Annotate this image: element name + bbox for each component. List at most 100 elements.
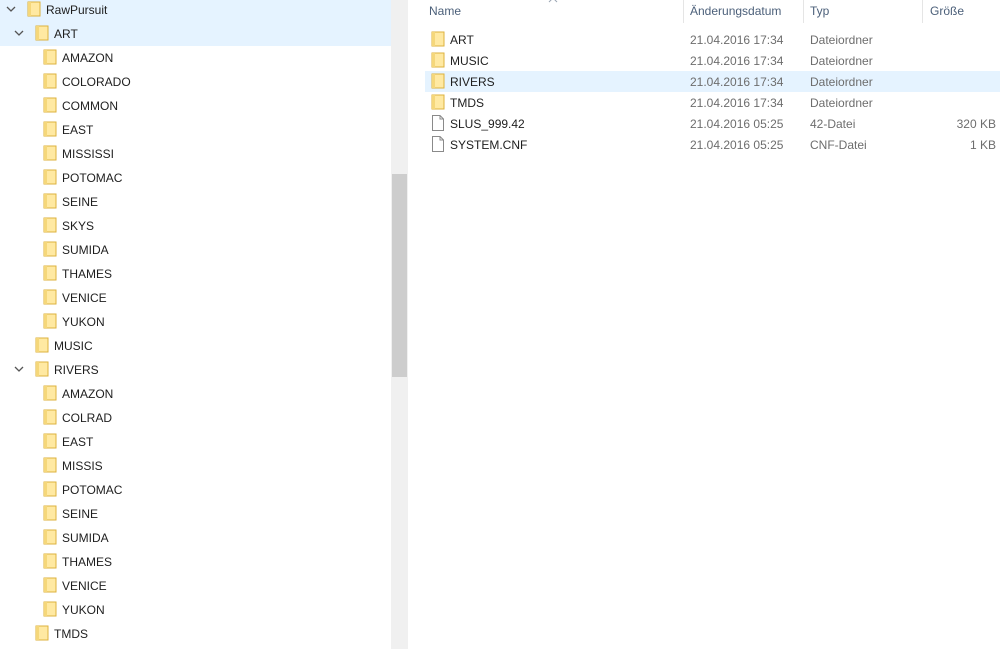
file-date: 21.04.2016 05:25 — [690, 117, 784, 131]
tree-item-art-child[interactable]: VENICE — [0, 286, 391, 310]
folder-icon — [431, 31, 445, 47]
tree-item-label: COLRAD — [62, 411, 113, 425]
tree-item-art-child[interactable]: SEINE — [0, 190, 391, 214]
folder-icon — [43, 145, 57, 161]
tree-item-label: VENICE — [62, 291, 107, 305]
tree-item-label: SKYS — [62, 219, 95, 233]
column-separator[interactable] — [803, 0, 804, 23]
tree-item-rivers-child[interactable]: EAST — [0, 430, 391, 454]
file-row[interactable]: TMDS 21.04.2016 17:34 Dateiordner — [425, 92, 1000, 113]
tree-item-label: SEINE — [62, 507, 99, 521]
sort-chevron-up-icon — [548, 0, 558, 3]
tree-item-rivers-child[interactable]: SUMIDA — [0, 526, 391, 550]
tree-item-rivers[interactable]: RIVERS — [0, 358, 391, 382]
tree-item-art-child[interactable]: AMAZON — [0, 46, 391, 70]
tree-item-rivers-child[interactable]: POTOMAC — [0, 478, 391, 502]
tree-item-label: AMAZON — [62, 51, 114, 65]
file-row[interactable]: SYSTEM.CNF 21.04.2016 05:25 CNF-Datei 1 KB — [425, 134, 1000, 155]
chevron-down-icon[interactable] — [13, 27, 25, 39]
folder-icon — [431, 73, 445, 89]
tree-item-rivers-child[interactable]: SEINE — [0, 502, 391, 526]
tree-item-label: THAMES — [62, 555, 113, 569]
folder-icon — [43, 217, 57, 233]
tree-item-label: COMMON — [62, 99, 118, 113]
folder-icon — [43, 121, 57, 137]
tree-item-music[interactable]: MUSIC — [0, 334, 391, 358]
column-header-name[interactable]: Name — [429, 0, 461, 23]
file-size: 320 KB — [956, 117, 996, 131]
tree-item-label: THAMES — [62, 267, 113, 281]
tree-item-art-child[interactable]: SUMIDA — [0, 238, 391, 262]
file-type: Dateiordner — [810, 54, 873, 68]
folder-icon — [43, 265, 57, 281]
folder-icon — [43, 409, 57, 425]
file-type: Dateiordner — [810, 96, 873, 110]
chevron-down-icon[interactable] — [5, 3, 17, 15]
folder-icon — [35, 361, 49, 377]
folder-icon — [43, 433, 57, 449]
tree-item-art-child[interactable]: COLORADO — [0, 70, 391, 94]
column-header-size[interactable]: Größe — [930, 0, 964, 23]
file-icon — [431, 136, 445, 152]
file-name: SLUS_999.42 — [450, 117, 525, 131]
tree-item-art[interactable]: ART — [0, 22, 391, 46]
file-name: RIVERS — [450, 75, 495, 89]
tree-item-label: RawPursuit — [46, 3, 108, 17]
tree-item-art-child[interactable]: EAST — [0, 118, 391, 142]
tree-item-label: MUSIC — [54, 339, 93, 353]
column-header-type[interactable]: Typ — [810, 0, 829, 23]
folder-icon — [43, 529, 57, 545]
tree-item-rivers-child[interactable]: MISSIS — [0, 454, 391, 478]
folder-icon — [43, 601, 57, 617]
file-type: CNF-Datei — [810, 138, 867, 152]
tree-item-label: MISSISSI — [62, 147, 115, 161]
navigation-pane: RawPursuit ART AMAZON COLORADO COMMON EAST MIS… — [0, 0, 408, 649]
file-icon — [431, 115, 445, 131]
tree-item-label: YUKON — [62, 603, 105, 617]
file-date: 21.04.2016 17:34 — [690, 96, 784, 110]
tree-item-rivers-child[interactable]: AMAZON — [0, 382, 391, 406]
tree-item-label: MISSIS — [62, 459, 103, 473]
file-list-pane: Name Änderungsdatum Typ Größe ART 21.04.2… — [408, 0, 1005, 649]
tree-item-art-child[interactable]: YUKON — [0, 310, 391, 334]
file-row[interactable]: ART 21.04.2016 17:34 Dateiordner — [425, 29, 1000, 50]
nav-scrollbar-thumb[interactable] — [392, 174, 407, 377]
file-row[interactable]: RIVERS 21.04.2016 17:34 Dateiordner — [425, 71, 1000, 92]
file-name: SYSTEM.CNF — [450, 138, 528, 152]
file-name: MUSIC — [450, 54, 489, 68]
tree-item-label: SUMIDA — [62, 531, 109, 545]
tree-item-art-child[interactable]: SKYS — [0, 214, 391, 238]
tree-item-label: SUMIDA — [62, 243, 109, 257]
tree-item-rivers-child[interactable]: YUKON — [0, 598, 391, 622]
folder-icon — [431, 52, 445, 68]
tree-item-art-child[interactable]: POTOMAC — [0, 166, 391, 190]
chevron-down-icon[interactable] — [13, 363, 25, 375]
file-type: Dateiordner — [810, 75, 873, 89]
tree-item-art-child[interactable]: THAMES — [0, 262, 391, 286]
folder-icon — [43, 241, 57, 257]
file-date: 21.04.2016 17:34 — [690, 75, 784, 89]
column-separator[interactable] — [922, 0, 923, 23]
tree-item-art-child[interactable]: MISSISSI — [0, 142, 391, 166]
folder-icon — [43, 169, 57, 185]
tree-item-label: POTOMAC — [62, 171, 123, 185]
tree-item-label: EAST — [62, 435, 94, 449]
file-date: 21.04.2016 17:34 — [690, 33, 784, 47]
tree-item-tmds[interactable]: TMDS — [0, 622, 391, 646]
tree-item-rawpursuit[interactable]: RawPursuit — [0, 0, 391, 22]
folder-icon — [43, 577, 57, 593]
tree-item-rivers-child[interactable]: VENICE — [0, 574, 391, 598]
file-row[interactable]: MUSIC 21.04.2016 17:34 Dateiordner — [425, 50, 1000, 71]
tree-item-label: SEINE — [62, 195, 99, 209]
folder-icon — [27, 1, 41, 17]
file-size: 1 KB — [969, 138, 996, 152]
folder-icon — [35, 625, 49, 641]
tree-item-rivers-child[interactable]: COLRAD — [0, 406, 391, 430]
tree-item-label: YUKON — [62, 315, 105, 329]
file-row[interactable]: SLUS_999.42 21.04.2016 05:25 42-Datei 320 K… — [425, 113, 1000, 134]
column-separator[interactable] — [683, 0, 684, 23]
column-header-date[interactable]: Änderungsdatum — [690, 0, 781, 23]
tree-item-rivers-child[interactable]: THAMES — [0, 550, 391, 574]
tree-item-art-child[interactable]: COMMON — [0, 94, 391, 118]
folder-icon — [35, 25, 49, 41]
